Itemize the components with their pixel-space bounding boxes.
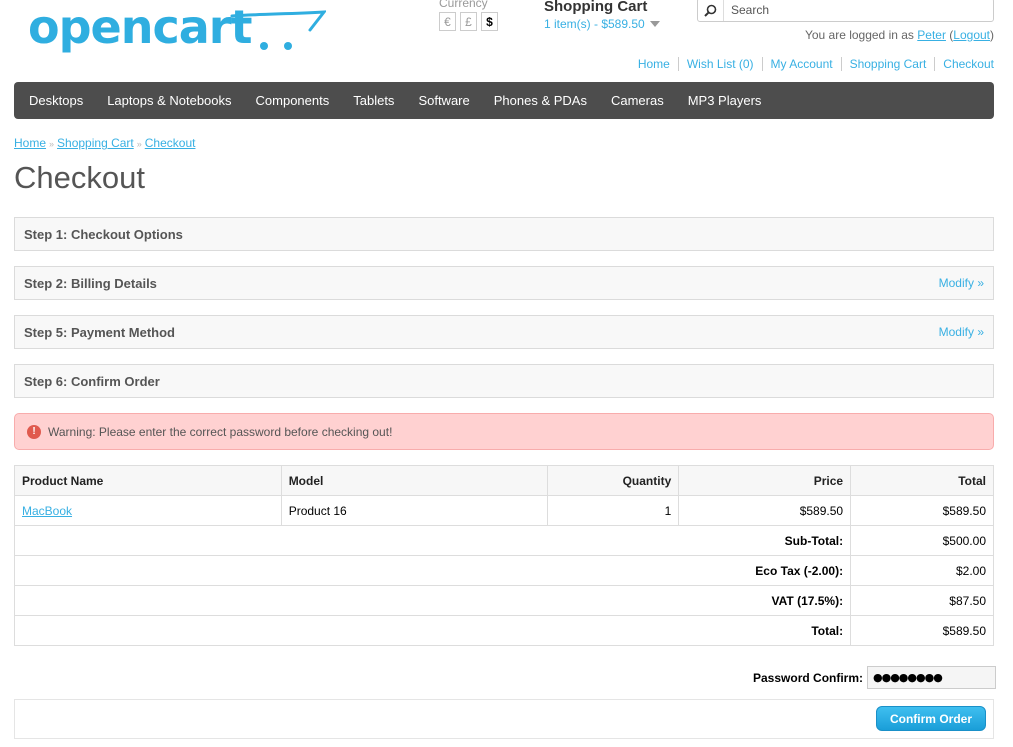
- header-cart[interactable]: Shopping Cart 1 item(s) - $589.50: [544, 0, 660, 31]
- logo-text: opencart: [28, 0, 252, 54]
- step-checkout-options[interactable]: Step 1: Checkout Options: [14, 217, 994, 251]
- currency-selector: Currency € £ $: [439, 0, 498, 31]
- welcome-text: You are logged in as Peter (Logout): [805, 28, 994, 42]
- table-row: MacBook Product 16 1 $589.50 $589.50: [14, 495, 994, 526]
- step-billing-details[interactable]: Step 2: Billing Details Modify »: [14, 266, 994, 300]
- step-confirm-order[interactable]: Step 6: Confirm Order: [14, 364, 994, 398]
- totals-row: Sub-Total: $500.00: [13, 525, 994, 556]
- opencart-logo[interactable]: opencart: [28, 0, 326, 58]
- warning-text: Warning: Please enter the correct passwo…: [48, 424, 393, 439]
- link-checkout[interactable]: Checkout: [934, 57, 994, 71]
- model-cell: Product 16: [280, 495, 549, 526]
- search-input[interactable]: [724, 0, 984, 20]
- cart-summary-text: 1 item(s) - $589.50: [544, 17, 645, 31]
- currency-euro-button[interactable]: €: [439, 12, 456, 31]
- breadcrumb-separator: »: [49, 139, 55, 149]
- currency-pound-button[interactable]: £: [460, 12, 477, 31]
- step-title: Step 2: Billing Details: [24, 275, 157, 291]
- header-model: Model: [280, 465, 549, 496]
- menu-item-desktops[interactable]: Desktops: [17, 93, 95, 108]
- quantity-cell: 1: [547, 495, 680, 526]
- totals-row: VAT (17.5%): $87.50: [13, 585, 994, 616]
- grand-total-label: Total:: [13, 615, 852, 646]
- step-payment-method[interactable]: Step 5: Payment Method Modify »: [14, 315, 994, 349]
- category-menu: Desktops Laptops & Notebooks Components …: [14, 82, 994, 119]
- breadcrumb-home[interactable]: Home: [14, 136, 46, 150]
- search-button[interactable]: [698, 0, 724, 21]
- modify-payment-link[interactable]: Modify »: [939, 325, 984, 339]
- link-home[interactable]: Home: [630, 57, 678, 71]
- cart-summary[interactable]: 1 item(s) - $589.50: [544, 17, 660, 31]
- currency-label: Currency: [439, 0, 488, 10]
- menu-item-laptops[interactable]: Laptops & Notebooks: [95, 93, 243, 108]
- menu-item-components[interactable]: Components: [244, 93, 342, 108]
- step-title: Step 5: Payment Method: [24, 324, 175, 340]
- search-box: [697, 0, 994, 22]
- header-price: Price: [678, 465, 852, 496]
- link-my-account[interactable]: My Account: [761, 57, 841, 71]
- menu-item-software[interactable]: Software: [406, 93, 481, 108]
- page-title: Checkout: [14, 160, 145, 195]
- product-name-cell: MacBook: [14, 495, 282, 526]
- confirm-buttons-bar: Confirm Order: [14, 699, 994, 739]
- cart-logo-icon: [230, 10, 326, 50]
- warning-alert: ! Warning: Please enter the correct pass…: [14, 413, 994, 450]
- breadcrumb: Home» Shopping Cart» Checkout: [14, 136, 195, 150]
- eco-tax-value: $2.00: [850, 555, 994, 586]
- welcome-prefix: You are logged in as: [804, 28, 914, 42]
- password-confirm-label: Password Confirm:: [753, 670, 864, 685]
- exclamation-icon: !: [27, 424, 41, 439]
- subtotal-value: $500.00: [850, 525, 994, 556]
- step-title: Step 6: Confirm Order: [24, 373, 160, 389]
- vat-label: VAT (17.5%):: [13, 585, 852, 616]
- link-wishlist[interactable]: Wish List (0): [677, 57, 762, 71]
- user-link[interactable]: Peter: [917, 28, 946, 42]
- price-cell: $589.50: [678, 495, 852, 526]
- password-confirm-field[interactable]: [867, 666, 997, 689]
- modify-billing-link[interactable]: Modify »: [939, 276, 984, 290]
- menu-item-tablets[interactable]: Tablets: [341, 93, 406, 108]
- cart-title: Shopping Cart: [544, 0, 648, 15]
- breadcrumb-shopping-cart[interactable]: Shopping Cart: [57, 136, 134, 150]
- search-icon: [704, 4, 717, 17]
- link-shopping-cart[interactable]: Shopping Cart: [840, 57, 935, 71]
- step-title: Step 1: Checkout Options: [24, 226, 183, 242]
- chevron-down-icon: [649, 21, 660, 27]
- product-link[interactable]: MacBook: [22, 504, 72, 518]
- top-links: Home Wish List (0) My Account Shopping C…: [630, 57, 994, 71]
- welcome-close-paren: ): [990, 28, 994, 42]
- password-confirm-row: Password Confirm:: [753, 666, 997, 689]
- breadcrumb-separator: »: [136, 139, 142, 149]
- header-product-name: Product Name: [14, 465, 282, 496]
- subtotal-label: Sub-Total:: [13, 525, 852, 556]
- totals-row: Eco Tax (-2.00): $2.00: [13, 555, 994, 586]
- confirm-order-button[interactable]: Confirm Order: [876, 706, 986, 731]
- menu-item-phones[interactable]: Phones & PDAs: [482, 93, 599, 108]
- menu-item-cameras[interactable]: Cameras: [599, 93, 676, 108]
- eco-tax-label: Eco Tax (-2.00):: [13, 555, 852, 586]
- vat-value: $87.50: [850, 585, 994, 616]
- header-quantity: Quantity: [547, 465, 680, 496]
- currency-dollar-button[interactable]: $: [481, 12, 498, 31]
- logout-link[interactable]: Logout: [953, 28, 990, 42]
- total-cell: $589.50: [850, 495, 994, 526]
- menu-item-mp3[interactable]: MP3 Players: [676, 93, 774, 108]
- header-total: Total: [850, 465, 994, 496]
- table-header-row: Product Name Model Quantity Price Total: [14, 465, 994, 496]
- totals-row: Total: $589.50: [13, 615, 994, 646]
- breadcrumb-checkout[interactable]: Checkout: [145, 136, 196, 150]
- grand-total-value: $589.50: [850, 615, 994, 646]
- order-table: Product Name Model Quantity Price Total …: [13, 465, 994, 646]
